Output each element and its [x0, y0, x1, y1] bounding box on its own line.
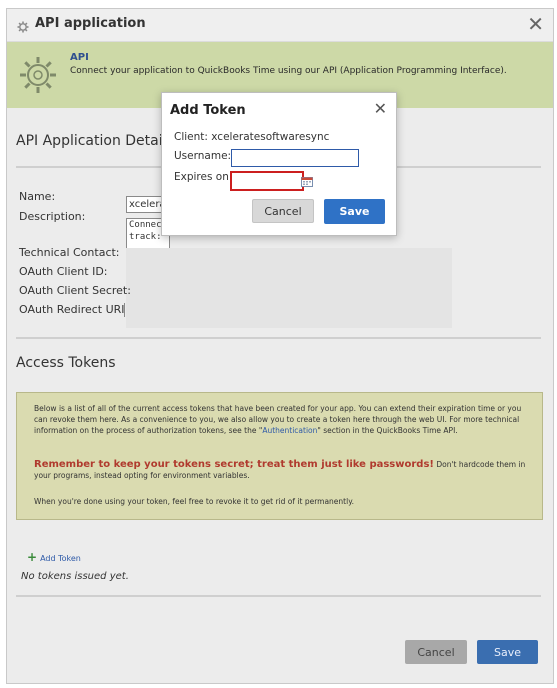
- credentials-panel: [126, 248, 452, 328]
- redirect-uri-field-edge[interactable]: [124, 303, 125, 317]
- dialog-title: Add Token: [170, 103, 246, 118]
- oauth-client-secret-label: OAuth Client Secret:: [19, 284, 131, 297]
- tokens-warning: Remember to keep your tokens secret; tre…: [34, 459, 529, 481]
- close-icon[interactable]: ✕: [374, 99, 387, 118]
- banner-heading: API: [70, 52, 89, 63]
- add-token-link[interactable]: + Add Token: [27, 550, 81, 564]
- divider: [16, 337, 541, 339]
- gear-icon: [17, 54, 59, 100]
- tokens-info-box: Below is a list of all of the current ac…: [16, 392, 543, 520]
- oauth-client-id-label: OAuth Client ID:: [19, 265, 108, 278]
- tokens-info-text: Below is a list of all of the current ac…: [34, 403, 529, 436]
- save-button[interactable]: Save: [477, 640, 538, 664]
- calendar-icon[interactable]: [301, 172, 313, 191]
- technical-contact-label: Technical Contact:: [19, 246, 120, 259]
- expires-input[interactable]: [230, 171, 304, 191]
- gear-icon: [17, 18, 29, 37]
- no-tokens-text: No tokens issued yet.: [21, 571, 129, 582]
- description-line-1: Connec: [129, 220, 162, 230]
- plus-icon: +: [27, 550, 38, 564]
- revoke-hint: When you're done using your token, feel …: [34, 497, 354, 506]
- details-section-title: API Application Details: [16, 133, 174, 149]
- add-token-dialog: Add Token ✕ Client: xceleratesoftwaresyn…: [161, 92, 397, 236]
- add-token-label: Add Token: [40, 554, 81, 563]
- expires-label: Expires on: [174, 171, 229, 183]
- username-input[interactable]: [231, 149, 359, 167]
- cancel-button[interactable]: Cancel: [405, 640, 467, 664]
- window-title: API application: [35, 16, 146, 31]
- client-label: Client: xceleratesoftwaresync: [174, 131, 330, 143]
- title-bar: API application ✕: [7, 9, 553, 42]
- access-tokens-title: Access Tokens: [16, 355, 116, 371]
- dialog-cancel-button[interactable]: Cancel: [252, 199, 314, 223]
- oauth-redirect-uri-label: OAuth Redirect URI: [19, 303, 125, 316]
- close-icon[interactable]: ✕: [527, 13, 544, 35]
- warning-bold-text: Remember to keep your tokens secret; tre…: [34, 459, 434, 470]
- dialog-save-button[interactable]: Save: [324, 199, 385, 224]
- username-label: Username:: [174, 150, 232, 162]
- divider: [16, 595, 541, 597]
- info-text-end: " section in the QuickBooks Time API.: [317, 426, 458, 435]
- description-label: Description:: [19, 210, 86, 223]
- description-line-2: track:: [129, 232, 162, 242]
- banner-description: Connect your application to QuickBooks T…: [70, 66, 507, 76]
- name-label: Name:: [19, 190, 56, 203]
- authentication-link[interactable]: Authentication: [262, 426, 317, 435]
